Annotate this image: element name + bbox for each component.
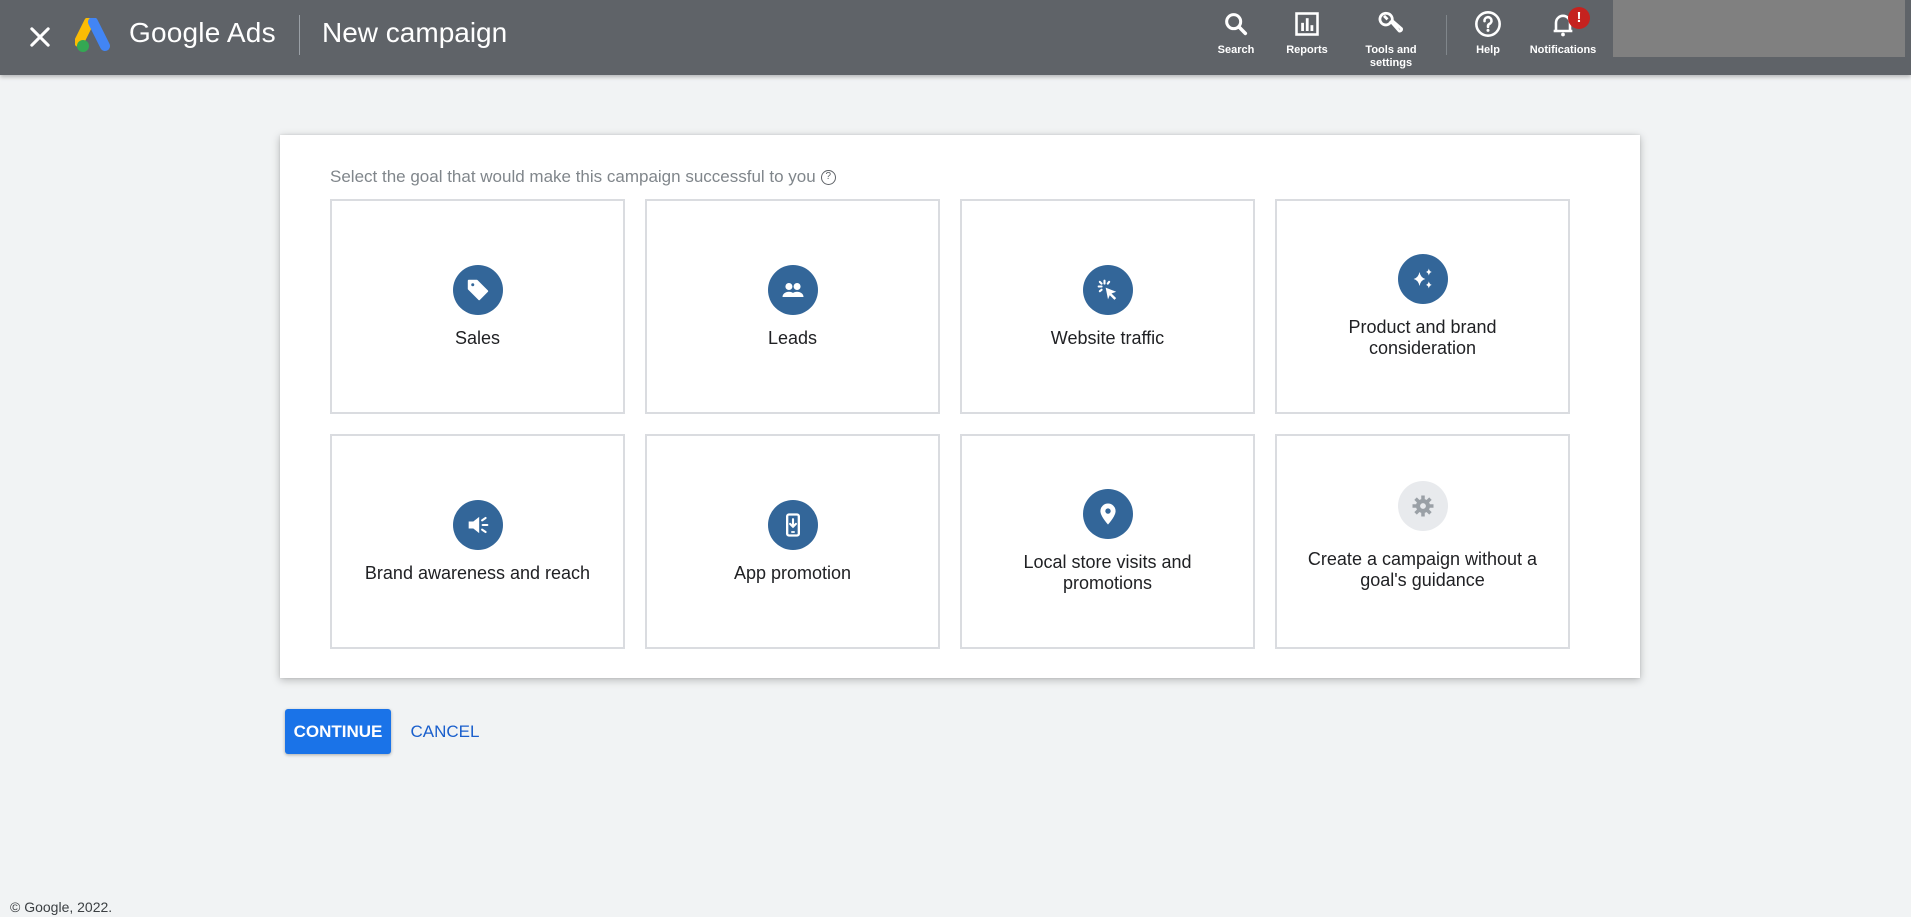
sparkle-icon — [1397, 254, 1448, 304]
close-icon — [30, 27, 50, 47]
goal-card-label: Create a campaign without a goal's guida… — [1307, 548, 1538, 590]
goal-card-label: Brand awareness and reach — [364, 562, 591, 583]
goal-card-label: Product and brand consideration — [1348, 317, 1497, 358]
goal-prompt-text: Select the goal that would make this cam… — [330, 167, 816, 186]
bar-chart-icon — [1295, 12, 1319, 36]
copyright-footer: © Google, 2022. — [10, 899, 113, 915]
cancel-button[interactable]: CANCEL — [402, 709, 488, 754]
goal-card-label: Sales — [454, 327, 501, 348]
goal-card-leads[interactable]: Leads — [645, 199, 940, 414]
gear-icon — [1397, 480, 1448, 531]
goal-selection-panel: Select the goal that would make this cam… — [280, 135, 1640, 678]
goal-card-local-store-visits[interactable]: Local store visits and promotions — [960, 434, 1255, 649]
goal-card-sales[interactable]: Sales — [330, 199, 625, 414]
help-icon[interactable]: ? — [820, 170, 836, 185]
goal-grid: Sales Leads Website traffic Product and … — [330, 199, 1570, 649]
people-icon — [767, 264, 818, 315]
cursor-click-icon — [1082, 264, 1133, 315]
header-notifications-button[interactable]: ! Notifications — [1518, 7, 1608, 57]
header-tools-label: Tools and settings — [1365, 44, 1417, 69]
help-circle-icon — [1475, 11, 1501, 37]
brand-name: Google Ads — [129, 17, 276, 48]
header-tools-button[interactable]: Tools and settings — [1346, 10, 1436, 70]
notification-badge: ! — [1568, 7, 1590, 29]
google-ads-logo — [75, 18, 110, 52]
top-app-bar: Google Ads New campaign Search Reports T… — [0, 0, 1911, 75]
goal-card-label: Website traffic — [1050, 327, 1165, 348]
goal-card-app-promotion[interactable]: App promotion — [645, 434, 940, 649]
continue-button[interactable]: CONTINUE — [285, 709, 391, 754]
page-title: New campaign — [322, 17, 508, 48]
goal-card-label: Leads — [767, 327, 818, 348]
goal-card-brand-awareness[interactable]: Brand awareness and reach — [330, 434, 625, 649]
wrench-icon — [1378, 11, 1403, 33]
title-divider — [299, 15, 300, 55]
location-pin-icon — [1082, 489, 1133, 539]
price-tag-icon — [452, 264, 503, 315]
header-reports-button[interactable]: Reports — [1262, 10, 1352, 57]
search-icon — [1225, 13, 1248, 36]
goal-card-label: App promotion — [733, 562, 852, 583]
goal-card-website-traffic[interactable]: Website traffic — [960, 199, 1255, 414]
megaphone-icon — [452, 499, 503, 550]
goal-card-product-brand-consideration[interactable]: Product and brand consideration — [1275, 199, 1570, 414]
phone-download-icon — [767, 499, 818, 550]
header-reports-label: Reports — [1286, 44, 1328, 56]
goal-card-label: Local store visits and promotions — [1023, 552, 1192, 593]
header-notifications-label: Notifications — [1529, 44, 1597, 56]
goal-card-no-goal-guidance[interactable]: Create a campaign without a goal's guida… — [1275, 434, 1570, 649]
goal-prompt: Select the goal that would make this cam… — [330, 167, 836, 187]
account-info-redacted — [1613, 0, 1905, 57]
close-button[interactable] — [26, 23, 54, 51]
